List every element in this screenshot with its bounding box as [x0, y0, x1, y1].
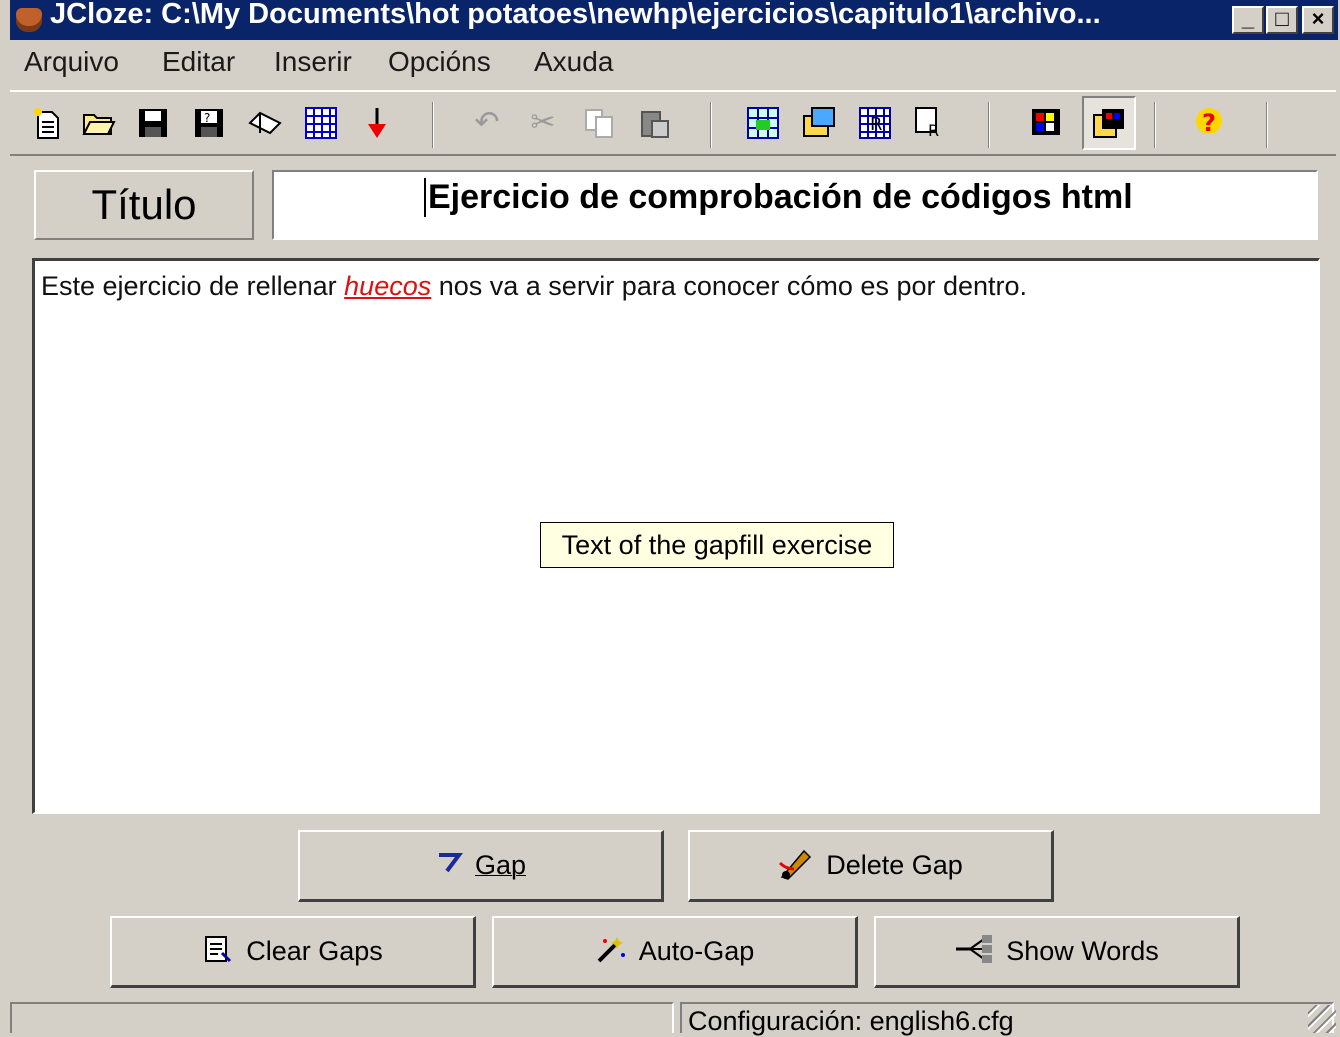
app-icon[interactable] [16, 8, 42, 32]
resize-grip-icon[interactable] [1308, 1005, 1336, 1033]
menu-axuda[interactable]: Axuda [534, 46, 613, 78]
magic-wand-icon [595, 933, 627, 971]
gap-button-label: Gap [474, 850, 527, 880]
svg-text:R: R [928, 121, 939, 140]
status-bar: Configuración: english6.cfg [10, 1000, 1338, 1036]
copy-icon[interactable] [576, 100, 622, 146]
show-words-button-label: Show Words [1006, 936, 1159, 966]
title-label[interactable]: Título [34, 170, 254, 240]
menu-editar[interactable]: Editar [162, 46, 235, 78]
config-icon-2[interactable] [796, 100, 842, 146]
gap-button[interactable]: Gap [298, 830, 664, 902]
menu-bar: Arquivo Editar Inserir Opcións Axuda [10, 40, 1338, 88]
window-title: JCloze: C:\My Documents\hot potatoes\new… [50, 0, 1101, 30]
palette-icon-2[interactable] [1082, 96, 1136, 150]
svg-text:R: R [870, 114, 883, 135]
show-words-button[interactable]: Show Words [874, 916, 1240, 988]
svg-text:?: ? [1202, 109, 1216, 137]
web-page-icon[interactable] [298, 100, 344, 146]
help-icon[interactable]: ? [1186, 100, 1232, 146]
config-icon-1[interactable] [740, 100, 786, 146]
exercise-text-line: Este ejercicio de rellenar huecos nos va… [41, 271, 1027, 302]
auto-gap-button-label: Auto-Gap [638, 936, 755, 966]
cut-icon[interactable]: ✂ [520, 100, 566, 146]
text-after-gap: nos va a servir para conocer cómo es por… [431, 271, 1028, 301]
clear-gaps-button-label: Clear Gaps [246, 936, 383, 966]
paste-icon[interactable] [632, 100, 678, 146]
gap-icon [435, 851, 463, 881]
toolbar: ? ↶ ✂ R R ? [10, 90, 1336, 156]
clear-gaps-button[interactable]: Clear Gaps [110, 916, 476, 988]
auto-gap-button[interactable]: Auto-Gap [492, 916, 858, 988]
show-words-icon [954, 933, 994, 971]
open-folder-icon[interactable] [76, 100, 122, 146]
title-bar[interactable]: JCloze: C:\My Documents\hot potatoes\new… [10, 0, 1338, 40]
tooltip: Text of the gapfill exercise [540, 522, 894, 568]
svg-text:?: ? [204, 111, 210, 125]
config-icon-4[interactable]: R [908, 100, 954, 146]
save-as-icon[interactable]: ? [186, 100, 232, 146]
undo-icon[interactable]: ↶ [464, 100, 510, 146]
maximize-button[interactable]: □ [1266, 6, 1298, 34]
gap-word[interactable]: huecos [344, 271, 431, 301]
menu-arquivo[interactable]: Arquivo [24, 46, 119, 78]
delete-gap-button-label: Delete Gap [826, 850, 963, 880]
palette-icon-1[interactable] [1024, 100, 1070, 146]
export-arrow-icon[interactable] [354, 100, 400, 146]
config-status: Configuración: english6.cfg [688, 1006, 1014, 1036]
status-panel-main [10, 1002, 674, 1033]
delete-gap-button[interactable]: Delete Gap [688, 830, 1054, 902]
delete-gap-icon [778, 845, 814, 887]
minimize-button[interactable]: _ [1232, 6, 1264, 34]
clear-eraser-icon[interactable] [242, 100, 288, 146]
title-input[interactable]: Ejercicio de comprobación de códigos htm… [272, 170, 1318, 240]
menu-opcions[interactable]: Opcións [388, 46, 491, 78]
config-icon-3[interactable]: R [852, 100, 898, 146]
close-button[interactable]: × [1302, 6, 1334, 34]
status-panel-config: Configuración: english6.cfg [680, 1002, 1334, 1036]
clear-gaps-icon [202, 933, 234, 971]
text-before-gap: Este ejercicio de rellenar [41, 271, 345, 301]
menu-inserir[interactable]: Inserir [274, 46, 352, 78]
new-file-icon[interactable] [24, 100, 70, 146]
title-value: Ejercicio de comprobación de códigos htm… [424, 178, 1133, 217]
save-icon[interactable] [130, 100, 176, 146]
